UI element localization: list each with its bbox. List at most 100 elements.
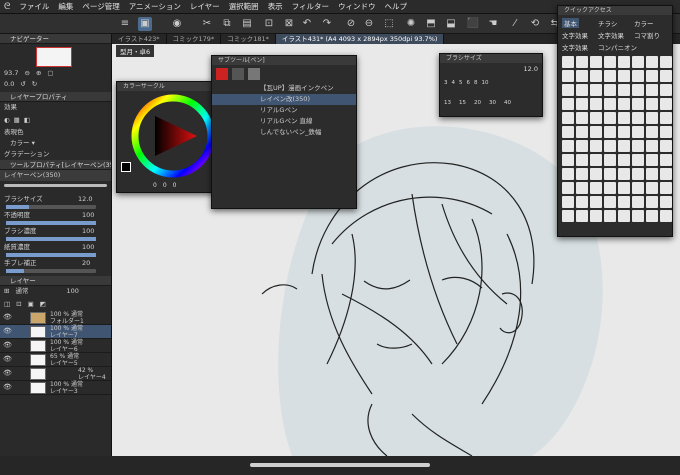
- paste-icon[interactable]: ▤: [240, 17, 254, 31]
- clear-outside-icon[interactable]: ⊠: [282, 17, 296, 31]
- quick-item-icon[interactable]: [576, 182, 588, 194]
- quick-item-icon[interactable]: [604, 182, 616, 194]
- rotate-value[interactable]: 0.0: [4, 79, 14, 90]
- quick-item-icon[interactable]: [646, 112, 658, 124]
- menu-animation[interactable]: アニメーション: [129, 1, 181, 12]
- quick-item-icon[interactable]: [660, 210, 672, 222]
- snap-icon[interactable]: ⊘: [344, 17, 358, 31]
- quick-tab[interactable]: コマ割り: [634, 30, 660, 40]
- quick-item-icon[interactable]: [646, 84, 658, 96]
- paper-row[interactable]: 紙質濃度 100: [0, 242, 111, 258]
- quick-item-icon[interactable]: [618, 182, 630, 194]
- quick-item-icon[interactable]: [646, 126, 658, 138]
- quick-item-icon[interactable]: [590, 70, 602, 82]
- visibility-icon[interactable]: 👁: [3, 314, 12, 321]
- quick-item-icon[interactable]: [562, 154, 574, 166]
- quick-item-icon[interactable]: [646, 70, 658, 82]
- quick-tab[interactable]: 文字効果: [562, 42, 588, 52]
- size-preset[interactable]: 13: [444, 100, 451, 106]
- copy-icon[interactable]: ⧉: [220, 17, 234, 31]
- quick-item-icon[interactable]: [604, 126, 616, 138]
- brush-size-row[interactable]: ブラシサイズ 12.0: [0, 194, 111, 210]
- quick-item-icon[interactable]: [632, 196, 644, 208]
- quick-item-icon[interactable]: [660, 140, 672, 152]
- quick-item-icon[interactable]: [562, 98, 574, 110]
- pen-group-icon[interactable]: [216, 68, 228, 80]
- quick-item-icon[interactable]: [646, 196, 658, 208]
- zoom-in-icon[interactable]: ⊕: [36, 68, 41, 79]
- quick-item-icon[interactable]: [590, 168, 602, 180]
- quick-item-icon[interactable]: [562, 112, 574, 124]
- quick-item-icon[interactable]: [660, 56, 672, 68]
- quick-item-icon[interactable]: [604, 140, 616, 152]
- visibility-icon[interactable]: 👁: [3, 356, 12, 363]
- quick-item-icon[interactable]: [576, 98, 588, 110]
- quick-item-icon[interactable]: [618, 56, 630, 68]
- home-indicator[interactable]: [250, 463, 430, 467]
- quick-item-icon[interactable]: [646, 182, 658, 194]
- quick-item-icon[interactable]: [604, 196, 616, 208]
- density-slider[interactable]: [6, 237, 96, 241]
- tab-doc-1[interactable]: イラスト423*: [112, 34, 167, 44]
- tab-doc-3[interactable]: コミック181*: [221, 34, 276, 44]
- quick-item-icon[interactable]: [604, 168, 616, 180]
- quick-item-icon[interactable]: [646, 56, 658, 68]
- quick-item-icon[interactable]: [604, 154, 616, 166]
- quick-item-icon[interactable]: [660, 168, 672, 180]
- pencil-group-icon[interactable]: [232, 68, 244, 80]
- quick-item-icon[interactable]: [604, 70, 616, 82]
- quick-item-icon[interactable]: [562, 196, 574, 208]
- menu-edit[interactable]: 編集: [58, 1, 73, 12]
- quick-item-icon[interactable]: [660, 98, 672, 110]
- quick-item-icon[interactable]: [632, 98, 644, 110]
- quick-item-icon[interactable]: [618, 140, 630, 152]
- quick-item-icon[interactable]: [604, 84, 616, 96]
- reference-icon[interactable]: ⊡: [16, 299, 21, 311]
- quick-item-icon[interactable]: [646, 140, 658, 152]
- quick-item-icon[interactable]: [618, 126, 630, 138]
- clip-icon[interactable]: ◫: [4, 299, 10, 311]
- quick-item-icon[interactable]: [576, 70, 588, 82]
- quick-item-icon[interactable]: [590, 210, 602, 222]
- quick-tab[interactable]: 文字効果: [598, 30, 624, 40]
- quick-item-icon[interactable]: [562, 70, 574, 82]
- quick-item-icon[interactable]: [618, 98, 630, 110]
- size-preset[interactable]: 10: [482, 80, 489, 86]
- menu-layer[interactable]: レイヤー: [190, 1, 220, 12]
- quick-item-icon[interactable]: [646, 98, 658, 110]
- quick-item-icon[interactable]: [576, 210, 588, 222]
- quick-item-icon[interactable]: [660, 154, 672, 166]
- rotate-right-icon[interactable]: ↻: [32, 79, 37, 90]
- color-mode-select[interactable]: カラー ▾: [0, 138, 111, 149]
- size-preset[interactable]: 4: [452, 80, 456, 86]
- select-icon[interactable]: ⬒: [424, 17, 438, 31]
- quick-item-icon[interactable]: [632, 56, 644, 68]
- quick-tab[interactable]: 文字効果: [562, 30, 588, 40]
- size-preset[interactable]: 15: [459, 100, 466, 106]
- quick-item-icon[interactable]: [632, 126, 644, 138]
- quick-item-icon[interactable]: [590, 182, 602, 194]
- quick-item-icon[interactable]: [604, 210, 616, 222]
- quick-item-icon[interactable]: [576, 112, 588, 124]
- quick-item-icon[interactable]: [562, 56, 574, 68]
- layer-color-icon[interactable]: ◧: [24, 115, 30, 127]
- quick-item-icon[interactable]: [618, 84, 630, 96]
- subtool-item[interactable]: リアルGペン: [212, 105, 356, 116]
- deselect-icon[interactable]: ⬓: [444, 17, 458, 31]
- snap-ruler-icon[interactable]: ⊖: [362, 17, 376, 31]
- redo-icon[interactable]: ↷: [320, 17, 334, 31]
- color-wheel[interactable]: [129, 94, 219, 178]
- quick-item-icon[interactable]: [618, 168, 630, 180]
- layer-row[interactable]: 👁 100 % 通常 レイヤー3: [0, 381, 111, 395]
- correction-slider[interactable]: [6, 269, 96, 273]
- border-effect-icon[interactable]: ◐: [4, 115, 10, 127]
- cut-icon[interactable]: ✂: [200, 17, 214, 31]
- mask-icon[interactable]: ◩: [40, 299, 46, 311]
- quick-item-icon[interactable]: [590, 56, 602, 68]
- quick-item-icon[interactable]: [660, 84, 672, 96]
- quick-item-icon[interactable]: [632, 182, 644, 194]
- quick-item-icon[interactable]: [632, 84, 644, 96]
- layer-row[interactable]: 👁 65 % 通常 レイヤー5: [0, 353, 111, 367]
- subtool-item[interactable]: リアルGペン 直線: [212, 116, 356, 127]
- save-icon[interactable]: ◉: [170, 17, 184, 31]
